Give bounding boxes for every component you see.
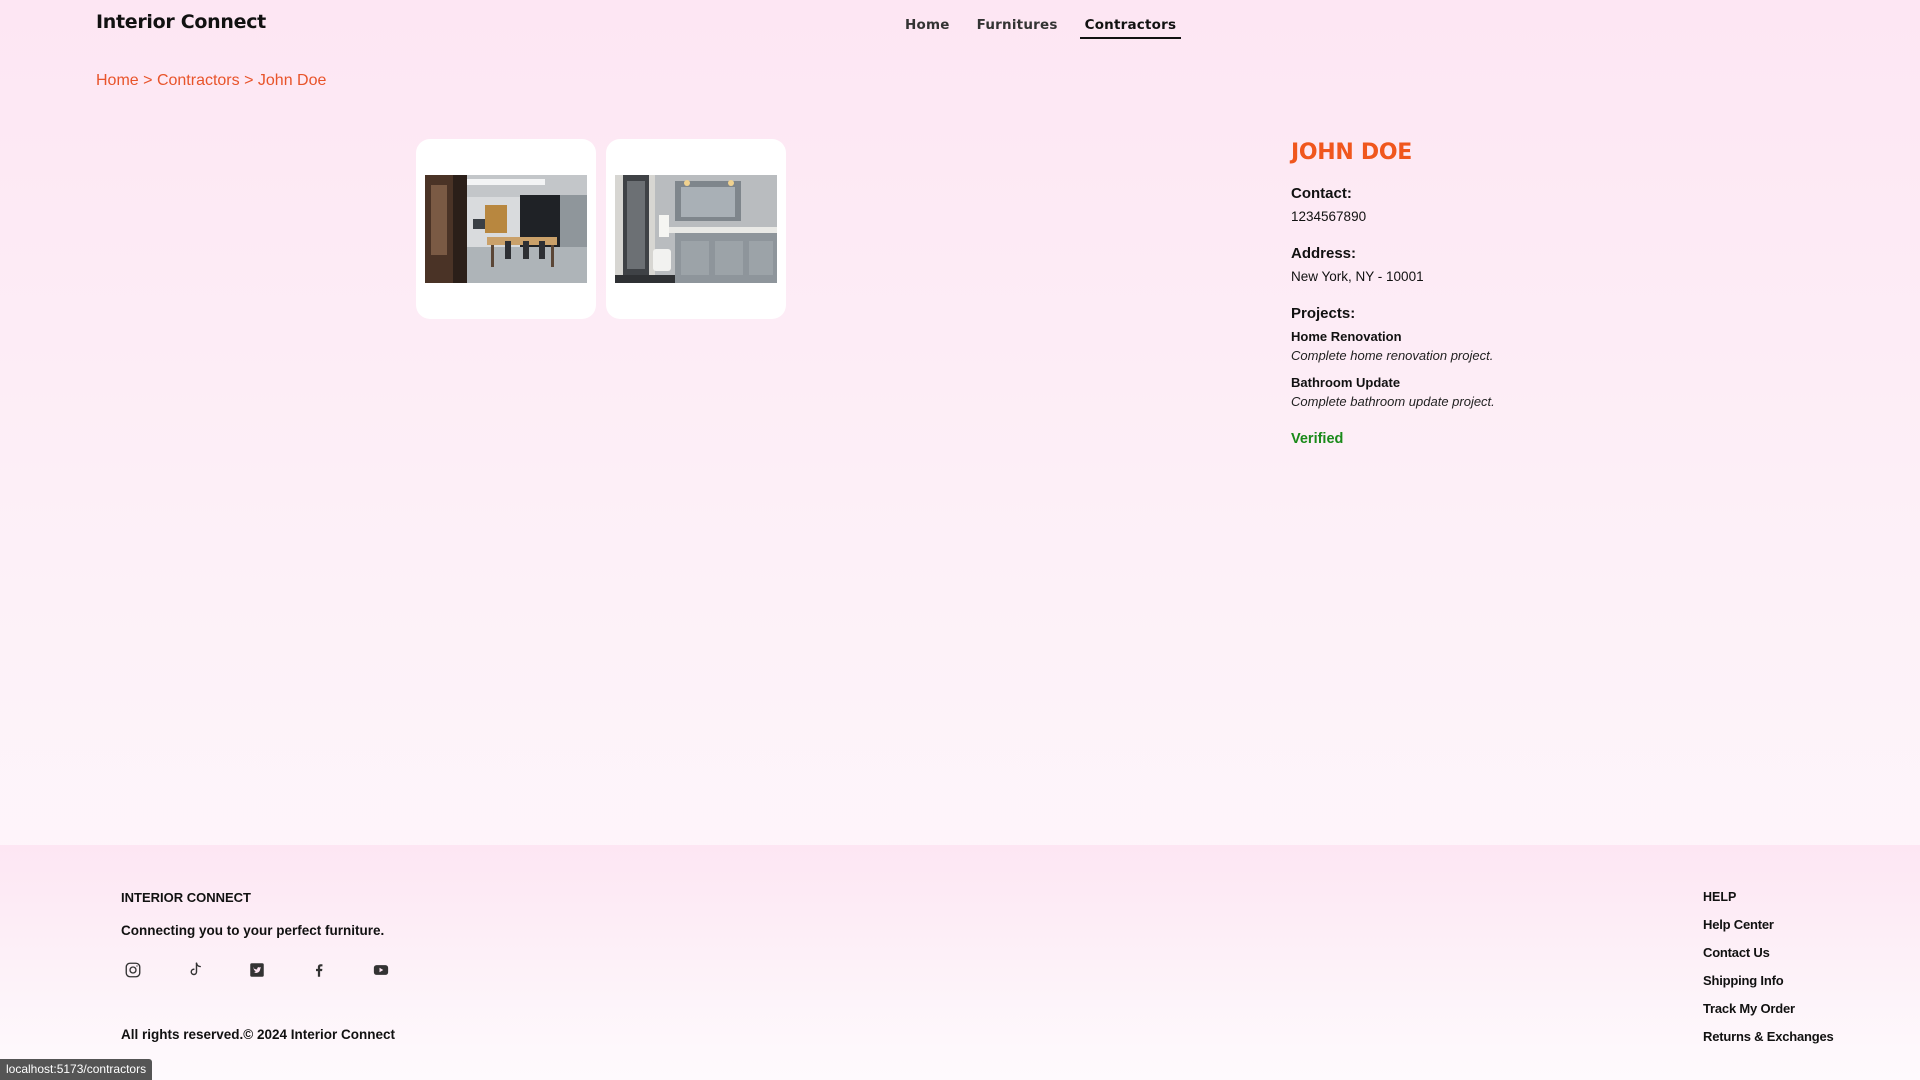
project-item: Home Renovation Complete home renovation… bbox=[1291, 329, 1651, 363]
youtube-icon[interactable] bbox=[372, 958, 434, 982]
help-links: Help Center Contact Us Shipping Info Tra… bbox=[1703, 917, 1834, 1057]
nav-contractors[interactable]: Contractors bbox=[1079, 16, 1182, 39]
facebook-icon[interactable] bbox=[310, 958, 372, 982]
contractor-name: JOHN DOE bbox=[1291, 140, 1412, 165]
site-footer: INTERIOR CONNECT Connecting you to your … bbox=[0, 845, 1920, 1080]
nav-home[interactable]: Home bbox=[900, 16, 955, 39]
project-photo-bathroom bbox=[615, 175, 777, 283]
project-description: Complete home renovation project. bbox=[1291, 348, 1494, 363]
breadcrumb-contractors[interactable]: Contractors bbox=[157, 72, 240, 89]
address-label: Address: bbox=[1291, 245, 1357, 262]
help-link-help-center[interactable]: Help Center bbox=[1703, 917, 1834, 945]
brand-logo[interactable]: Interior Connect bbox=[96, 11, 266, 33]
main-nav: Home Furnitures Contractors bbox=[900, 16, 1198, 39]
gallery-card[interactable] bbox=[416, 139, 596, 319]
contact-label: Contact: bbox=[1291, 185, 1352, 202]
gallery-card[interactable] bbox=[606, 139, 786, 319]
breadcrumb-current: John Doe bbox=[257, 72, 327, 89]
help-link-contact-us[interactable]: Contact Us bbox=[1703, 945, 1834, 973]
address-section: Address: New York, NY - 10001 bbox=[1291, 245, 1651, 284]
social-links bbox=[124, 958, 434, 982]
copyright: All rights reserved.© 2024 Interior Conn… bbox=[121, 1027, 396, 1042]
address-value: New York, NY - 10001 bbox=[1291, 269, 1424, 284]
project-title: Home Renovation bbox=[1291, 329, 1402, 344]
projects-section: Projects: Home Renovation Complete home … bbox=[1291, 305, 1651, 409]
nav-furnitures[interactable]: Furnitures bbox=[972, 16, 1063, 39]
project-photo-kitchen bbox=[425, 175, 587, 283]
breadcrumb-separator: > bbox=[244, 72, 258, 89]
help-link-shipping-info[interactable]: Shipping Info bbox=[1703, 973, 1834, 1001]
browser-status-bar: localhost:5173/contractors bbox=[0, 1059, 153, 1080]
footer-tagline: Connecting you to your perfect furniture… bbox=[121, 923, 385, 938]
instagram-icon[interactable] bbox=[124, 958, 186, 982]
project-description: Complete bathroom update project. bbox=[1291, 394, 1495, 409]
project-title: Bathroom Update bbox=[1291, 375, 1401, 390]
help-title: HELP bbox=[1703, 890, 1737, 904]
help-link-track-order[interactable]: Track My Order bbox=[1703, 1001, 1834, 1029]
project-item: Bathroom Update Complete bathroom update… bbox=[1291, 375, 1651, 409]
help-link-returns[interactable]: Returns & Exchanges bbox=[1703, 1029, 1834, 1057]
project-gallery bbox=[416, 139, 786, 319]
twitter-icon[interactable] bbox=[248, 958, 310, 982]
tiktok-icon[interactable] bbox=[186, 958, 248, 982]
breadcrumb: Home > Contractors > John Doe bbox=[96, 72, 326, 90]
footer-brand: INTERIOR CONNECT bbox=[121, 890, 251, 905]
projects-label: Projects: bbox=[1291, 305, 1356, 322]
contact-section: Contact: 1234567890 bbox=[1291, 185, 1651, 224]
main-area: Interior Connect Home Furnitures Contrac… bbox=[0, 0, 1920, 845]
breadcrumb-home[interactable]: Home bbox=[96, 72, 139, 89]
verified-badge: Verified bbox=[1291, 431, 1344, 447]
contractor-profile: JOHN DOE Contact: 1234567890 Address: Ne… bbox=[1291, 140, 1651, 447]
breadcrumb-separator: > bbox=[143, 72, 157, 89]
help-section: HELP Help Center Contact Us Shipping Inf… bbox=[1703, 890, 1834, 1057]
contact-value: 1234567890 bbox=[1291, 209, 1367, 224]
